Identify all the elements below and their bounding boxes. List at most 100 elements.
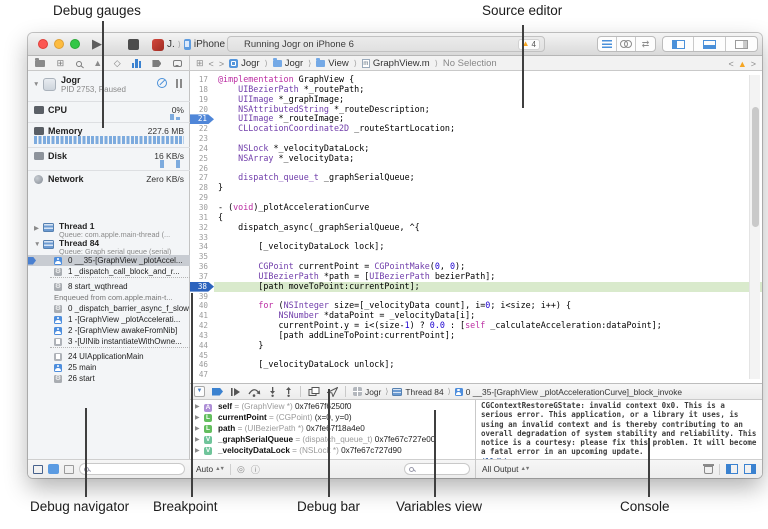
gauge-row-network[interactable]: NetworkZero KB/s [28, 170, 190, 186]
console-scope-popup[interactable]: All Output ▲▼ [482, 464, 529, 474]
close-window-button[interactable] [38, 39, 48, 49]
debug-jump-item[interactable]: Thread 84 [392, 387, 443, 397]
continue-button[interactable] [230, 387, 241, 397]
jump-bar-item[interactable]: Jogr [229, 58, 259, 69]
issue-navigator-icon[interactable]: ▲ [93, 59, 102, 68]
thread-row[interactable]: ▶Thread 1Queue: com.apple.main-thread (.… [28, 221, 190, 238]
debug-navigator-icon[interactable] [132, 59, 141, 68]
jump-bar-item[interactable]: Jogr [273, 58, 303, 69]
stop-button[interactable] [128, 39, 139, 50]
report-navigator-icon[interactable] [173, 60, 182, 67]
clear-console-icon[interactable] [704, 464, 713, 474]
console-view[interactable]: CGContextRestoreGState: invalid context … [475, 400, 762, 478]
stack-frame-row[interactable]: ⚙26 start [28, 373, 190, 384]
debug-jump-item[interactable]: Jogr [353, 387, 381, 397]
assistant-editor-button[interactable] [617, 37, 636, 51]
stack-frame-row[interactable]: 25 main [28, 362, 190, 373]
disclosure-triangle-icon[interactable]: ▶ [34, 224, 39, 232]
scheme-selector[interactable]: J. ⟩ iPhone 6 [152, 37, 233, 52]
line-number-gutter[interactable]: 1718192021222324252627282930313233343536… [190, 75, 214, 380]
pause-threads-icon[interactable] [175, 79, 183, 88]
gear-frame-icon: ⚙ [54, 283, 62, 291]
gauge-row-disk[interactable]: Disk16 KB/s [28, 147, 190, 170]
stack-frame-row[interactable]: ⚙1 _dispatch_call_block_and_r... [28, 266, 190, 277]
stack-frame-row[interactable]: 0 __35-[GraphView _plotAccel... [28, 255, 190, 266]
test-navigator-icon[interactable]: ◇ [114, 59, 121, 68]
toggle-utilities-button[interactable] [726, 37, 757, 51]
debug-jump-item[interactable]: 0 __35-[GraphView _plotAccelerationCurve… [455, 387, 682, 397]
code-text[interactable]: @implementation GraphView { UIBezierPath… [218, 75, 738, 380]
step-over-button[interactable] [248, 387, 261, 397]
variable-row[interactable]: ▶LcurrentPoint = (CGPoint) (x=0, y=0) [190, 413, 475, 424]
gauge-row-cpu[interactable]: CPU0% [28, 101, 190, 122]
stack-frame-row[interactable]: ⚙8 start_wqthread [28, 281, 190, 292]
disclosure-triangle-icon[interactable]: ▶ [195, 446, 200, 457]
stack-frame-row[interactable]: 1 -[GraphView _plotAccelerati... [28, 314, 190, 325]
show-console-toggle-icon[interactable] [744, 464, 756, 474]
minimize-window-button[interactable] [54, 39, 64, 49]
toggle-debug-area-button[interactable] [694, 37, 725, 51]
flat-view-toggle-icon[interactable] [33, 465, 43, 474]
standard-editor-button[interactable] [598, 37, 617, 51]
toggle-navigator-button[interactable] [663, 37, 694, 51]
back-button[interactable]: < [209, 59, 214, 69]
flat-list-icon[interactable]: ◎ [237, 464, 245, 475]
interesting-threads-toggle-icon[interactable] [48, 464, 59, 474]
warning-badge[interactable]: ▲ 4 [518, 39, 540, 50]
previous-issue-button[interactable]: < [729, 59, 734, 69]
stack-frame-row[interactable]: ⚙0 _dispatch_barrier_async_f_slow [28, 303, 190, 314]
stack-frame-row[interactable]: 24 UIApplicationMain [28, 351, 190, 362]
breakpoint-marker[interactable]: 38 [190, 282, 214, 292]
disclosure-triangle-icon[interactable]: ▼ [33, 81, 39, 88]
version-editor-button[interactable]: ⇄ [636, 37, 655, 51]
code-line: NSArray *_velocityData; [218, 154, 738, 164]
debug-view-hierarchy-button[interactable] [308, 387, 320, 397]
disclosure-triangle-icon[interactable]: ▶ [195, 424, 200, 435]
quicklook-info-icon[interactable]: ⓘ [251, 463, 260, 476]
variable-row[interactable]: ▶V_graphSerialQueue = (dispatch_queue_t)… [190, 435, 475, 446]
step-out-button[interactable] [284, 387, 293, 397]
variables-scope-popup[interactable]: Auto ▲▼ [196, 464, 224, 474]
symbol-navigator-icon[interactable]: ⊞ [57, 59, 65, 68]
hide-debug-area-button[interactable]: ▼ [194, 386, 205, 397]
variables-view[interactable]: ▶Aself = (GraphView *) 0x7fe67f6250f0▶Lc… [190, 400, 475, 478]
scrollbar-thumb[interactable] [752, 107, 759, 227]
jump-bar-item[interactable]: mGraphView.m [362, 58, 430, 69]
forward-button[interactable]: > [219, 59, 224, 69]
breakpoint-navigator-icon[interactable] [152, 60, 161, 67]
stack-frame-row[interactable]: 2 -[GraphView awakeFromNib] [28, 325, 190, 336]
show-variables-toggle-icon[interactable] [726, 464, 738, 474]
next-issue-button[interactable]: > [751, 59, 756, 69]
disclosure-triangle-icon[interactable]: ▶ [195, 435, 200, 446]
search-navigator-icon[interactable] [76, 61, 82, 67]
stack-frame-row[interactable]: 3 -[UINib instantiateWithOwne... [28, 336, 190, 347]
related-items-icon[interactable]: ⊞ [196, 58, 204, 69]
run-button[interactable]: ▶ [92, 36, 102, 52]
navigator-filter-field[interactable] [79, 463, 185, 475]
disclosure-triangle-icon[interactable]: ▼ [34, 241, 40, 248]
editor-scrollbar[interactable] [749, 75, 760, 379]
step-into-button[interactable] [268, 387, 277, 397]
disclosure-triangle-icon[interactable]: ▶ [195, 402, 200, 413]
variables-filter-field[interactable] [404, 463, 470, 475]
profile-in-instruments-icon[interactable] [157, 78, 167, 88]
code-token: *_velocityData; [273, 153, 354, 163]
breakpoint-toggle-button[interactable] [212, 388, 223, 396]
variable-kind-icon: L [204, 414, 212, 422]
thread-row[interactable]: ▼Thread 84Queue: Graph serial queue (ser… [28, 238, 190, 255]
disclosure-triangle-icon[interactable]: ▶ [195, 413, 200, 424]
code-token: [path moveToPoint:currentPoint]; [218, 281, 420, 291]
source-editor[interactable]: Thread 84: breakpoint 1.1 17181920212223… [190, 71, 762, 383]
variable-row[interactable]: ▶Lpath = (UIBezierPath *) 0x7fe67f18a4e0 [190, 424, 475, 435]
project-navigator-icon[interactable] [35, 60, 45, 67]
jump-bar-item[interactable]: No Selection [443, 58, 497, 69]
variable-row[interactable]: ▶V_velocityDataLock = (NSLock *) 0x7fe67… [190, 446, 475, 457]
breakpoint-marker[interactable]: 21 [190, 114, 214, 124]
jump-bar-item[interactable]: View [316, 58, 348, 69]
zoom-window-button[interactable] [70, 39, 80, 49]
gauge-row-memory[interactable]: Memory227.6 MB [28, 122, 190, 147]
stack-depth-toggle-icon[interactable] [64, 465, 74, 474]
code-line: [_velocityDataLock lock]; [218, 242, 738, 252]
process-row[interactable]: ▼ Jogr PID 2753, Paused [28, 74, 189, 96]
variable-row[interactable]: ▶Aself = (GraphView *) 0x7fe67f6250f0 [190, 402, 475, 413]
